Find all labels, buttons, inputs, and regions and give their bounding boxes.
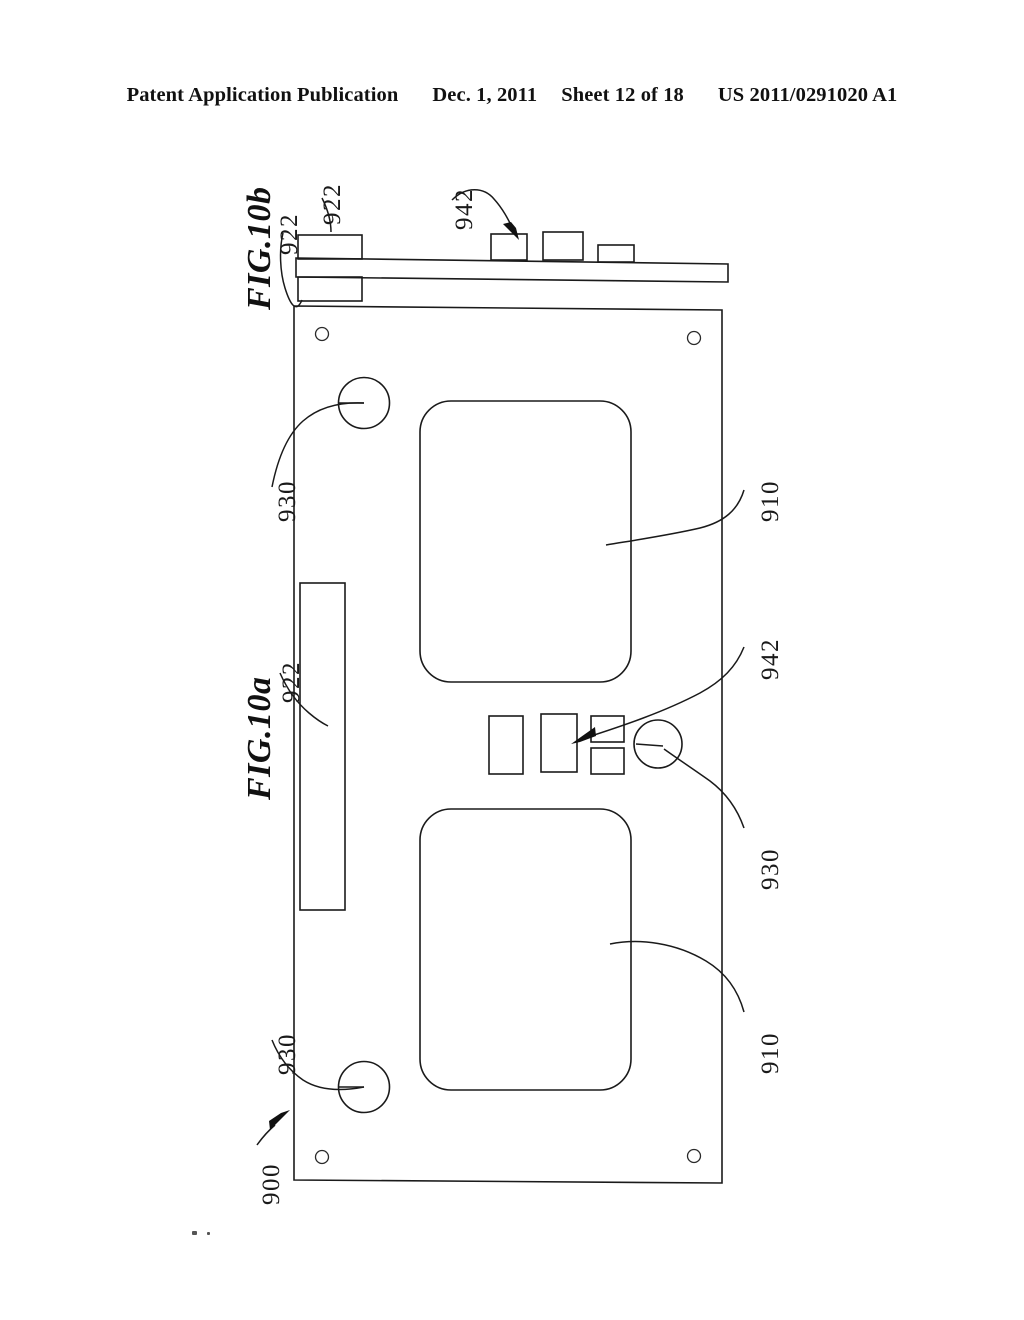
component-942-rect-2: [540, 713, 578, 773]
figure-label-10b: FIG.10b: [241, 186, 278, 310]
leader-910-upper: [605, 489, 745, 546]
mounting-hole-top-right: [686, 330, 702, 346]
leader-910-lower: [609, 940, 745, 1013]
ref-922-lower-fig10b: 922: [319, 183, 346, 225]
ref-930-lower: 930: [274, 1033, 301, 1075]
side-view-connector-922-lower: [297, 276, 363, 302]
component-942-square-bottom: [590, 747, 625, 775]
leader-930-right-tick: [635, 743, 664, 747]
side-view-connector-922: [297, 234, 363, 260]
ref-930-upper: 930: [274, 480, 301, 522]
plan-view-board-outline-900: [293, 305, 723, 1184]
component-942-rect-1: [488, 715, 524, 775]
arrowhead-900: [269, 1110, 290, 1130]
mounting-hole-bottom-left: [314, 1149, 330, 1165]
side-view-component-942-c: [597, 244, 635, 263]
side-view-board-slab: [295, 257, 729, 283]
ref-930-right: 930: [757, 848, 784, 890]
side-view-component-942-b: [542, 231, 584, 261]
fig-10b-side-view: [279, 189, 729, 308]
figure-label-10a: FIG.10a: [241, 676, 278, 800]
leader-900: [256, 1124, 276, 1146]
component-942-square-top: [590, 715, 625, 743]
component-910-lower: [419, 808, 632, 1091]
mounting-hole-bottom-right: [686, 1148, 702, 1164]
ref-910-upper: 910: [757, 480, 784, 522]
fig-10a-plan-view: [256, 305, 745, 1184]
leader-942-fig10a: [587, 646, 745, 738]
ref-900: 900: [258, 1163, 285, 1205]
ref-942-fig10b: 942: [451, 188, 478, 230]
scan-artifact-b: [207, 1232, 210, 1235]
ref-942-fig10a: 942: [757, 638, 784, 680]
ref-910-lower: 910: [757, 1032, 784, 1074]
connector-922: [299, 582, 346, 911]
component-910-upper: [419, 400, 632, 683]
arrowhead-942-fig10b: [503, 222, 519, 240]
leader-930-upper: [271, 402, 365, 488]
mounting-hole-top-left: [314, 326, 330, 342]
side-view-component-942-a: [490, 233, 528, 261]
ref-922-fig10a: 922: [278, 661, 305, 703]
patent-drawing: [0, 0, 1024, 1320]
scan-artifact-a: [192, 1231, 197, 1235]
ref-922-upper-fig10b: 922: [276, 213, 303, 255]
